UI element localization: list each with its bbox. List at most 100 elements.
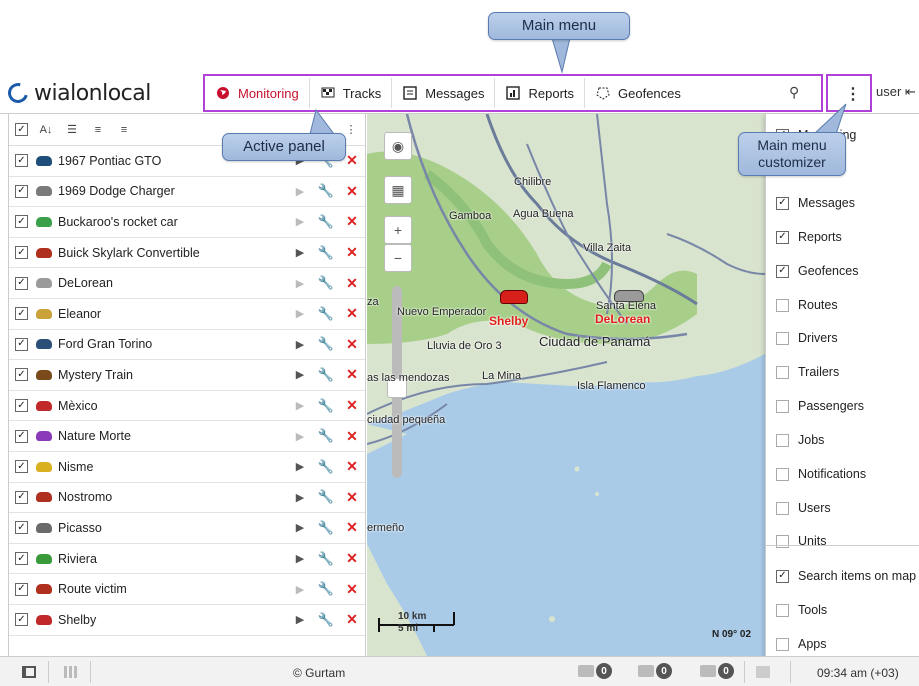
unit-checkbox[interactable]: ✓ bbox=[15, 460, 28, 474]
customizer-checkbox[interactable] bbox=[776, 603, 789, 617]
delete-icon[interactable]: ✕ bbox=[339, 458, 365, 475]
play-icon[interactable]: ▶ bbox=[287, 246, 313, 259]
unit-name[interactable]: 1969 Dodge Charger bbox=[58, 184, 287, 198]
unit-checkbox[interactable]: ✓ bbox=[15, 337, 28, 351]
wrench-icon[interactable]: 🔧 bbox=[313, 245, 339, 261]
unit-name[interactable]: Buckaroo's rocket car bbox=[58, 215, 287, 229]
unit-row[interactable]: ✓ Mystery Train ▶ 🔧 ✕ bbox=[9, 360, 365, 391]
wrench-icon[interactable]: 🔧 bbox=[313, 183, 339, 199]
wrench-icon[interactable]: 🔧 bbox=[313, 581, 339, 597]
list-view-icon[interactable]: ☰ bbox=[64, 123, 80, 136]
customizer-item[interactable]: Jobs bbox=[776, 433, 824, 447]
unit-name[interactable]: Nostromo bbox=[58, 490, 287, 504]
search-icon[interactable]: ⚲ bbox=[789, 84, 799, 101]
layers-visibility-button[interactable]: ◉ bbox=[384, 132, 412, 160]
layout-icon[interactable] bbox=[756, 666, 770, 678]
unit-row[interactable]: ✓ Nisme ▶ 🔧 ✕ bbox=[9, 452, 365, 483]
wrench-icon[interactable]: 🔧 bbox=[313, 336, 339, 352]
play-icon[interactable]: ▶ bbox=[287, 399, 313, 412]
menu-monitoring[interactable]: Monitoring bbox=[205, 78, 310, 108]
unit-row[interactable]: ✓ Ford Gran Torino ▶ 🔧 ✕ bbox=[9, 330, 365, 361]
wrench-icon[interactable]: 🔧 bbox=[313, 520, 339, 536]
play-icon[interactable]: ▶ bbox=[287, 583, 313, 596]
customizer-checkbox[interactable]: ✓ bbox=[776, 569, 789, 583]
unit-name[interactable]: Shelby bbox=[58, 613, 287, 627]
delete-icon[interactable]: ✕ bbox=[339, 275, 365, 292]
wrench-icon[interactable]: 🔧 bbox=[313, 367, 339, 383]
unit-row[interactable]: ✓ Nostromo ▶ 🔧 ✕ bbox=[9, 483, 365, 514]
delete-icon[interactable]: ✕ bbox=[339, 550, 365, 567]
customizer-checkbox[interactable] bbox=[776, 298, 789, 312]
unit-checkbox[interactable]: ✓ bbox=[15, 246, 28, 260]
wrench-icon[interactable]: 🔧 bbox=[313, 306, 339, 322]
user-menu[interactable]: user ⇤ bbox=[876, 84, 916, 100]
wrench-icon[interactable]: 🔧 bbox=[313, 489, 339, 505]
unit-checkbox[interactable]: ✓ bbox=[15, 276, 28, 290]
play-icon[interactable]: ▶ bbox=[287, 338, 313, 351]
delete-icon[interactable]: ✕ bbox=[339, 519, 365, 536]
customizer-checkbox[interactable] bbox=[776, 399, 789, 413]
customizer-checkbox[interactable] bbox=[776, 433, 789, 447]
unit-row[interactable]: ✓ Picasso ▶ 🔧 ✕ bbox=[9, 513, 365, 544]
delete-icon[interactable]: ✕ bbox=[339, 366, 365, 383]
customizer-item[interactable]: ✓ Reports bbox=[776, 230, 842, 244]
customizer-item[interactable]: Users bbox=[776, 501, 831, 515]
play-icon[interactable]: ▶ bbox=[287, 430, 313, 443]
play-icon[interactable]: ▶ bbox=[287, 521, 313, 534]
delete-icon[interactable]: ✕ bbox=[339, 428, 365, 445]
unit-row[interactable]: ✓ Shelby ▶ 🔧 ✕ bbox=[9, 605, 365, 636]
customizer-checkbox[interactable] bbox=[776, 331, 789, 345]
customizer-item[interactable]: ✓ Messages bbox=[776, 196, 855, 210]
unit-map-label[interactable]: DeLorean bbox=[595, 312, 650, 326]
play-icon[interactable]: ▶ bbox=[287, 552, 313, 565]
customizer-checkbox[interactable]: ✓ bbox=[776, 196, 789, 210]
unit-row[interactable]: ✓ DeLorean ▶ 🔧 ✕ bbox=[9, 268, 365, 299]
unit-checkbox[interactable]: ✓ bbox=[15, 154, 28, 168]
messages-counter[interactable]: 0 bbox=[638, 663, 672, 679]
unit-row[interactable]: ✓ Riviera ▶ 🔧 ✕ bbox=[9, 544, 365, 575]
logout-icon[interactable]: ⇤ bbox=[905, 84, 916, 99]
zoom-in-button[interactable]: + bbox=[384, 216, 412, 244]
customizer-item[interactable]: Passengers bbox=[776, 399, 864, 413]
customizer-item[interactable]: Tools bbox=[776, 603, 827, 617]
select-all-checkbox[interactable]: ✓ bbox=[15, 123, 28, 136]
wrench-icon[interactable]: 🔧 bbox=[313, 398, 339, 414]
delete-icon[interactable]: ✕ bbox=[339, 397, 365, 414]
customizer-checkbox[interactable] bbox=[776, 637, 789, 651]
delorean-car-marker-icon[interactable] bbox=[614, 290, 644, 302]
panel-toggle-icon[interactable] bbox=[22, 666, 36, 678]
unit-name[interactable]: Buick Skylark Convertible bbox=[58, 246, 287, 260]
customizer-item[interactable]: ✓ Search items on map bbox=[776, 569, 916, 583]
unit-name[interactable]: Mèxico bbox=[58, 399, 287, 413]
customizer-checkbox[interactable]: ✓ bbox=[776, 230, 789, 244]
unit-row[interactable]: ✓ Buick Skylark Convertible ▶ 🔧 ✕ bbox=[9, 238, 365, 269]
map-source-button[interactable]: ▦ bbox=[384, 176, 412, 204]
play-icon[interactable]: ▶ bbox=[287, 368, 313, 381]
unit-name[interactable]: DeLorean bbox=[58, 276, 287, 290]
unit-checkbox[interactable]: ✓ bbox=[15, 552, 28, 566]
unit-row[interactable]: ✓ Route victim ▶ 🔧 ✕ bbox=[9, 574, 365, 605]
delete-icon[interactable]: ✕ bbox=[339, 244, 365, 261]
wrench-icon[interactable]: 🔧 bbox=[313, 459, 339, 475]
zoom-out-button[interactable]: − bbox=[384, 244, 412, 272]
unit-checkbox[interactable]: ✓ bbox=[15, 613, 28, 627]
play-icon[interactable]: ▶ bbox=[287, 460, 313, 473]
unit-name[interactable]: Route victim bbox=[58, 582, 287, 596]
delete-icon[interactable]: ✕ bbox=[339, 305, 365, 322]
unit-row[interactable]: ✓ Mèxico ▶ 🔧 ✕ bbox=[9, 391, 365, 422]
customizer-item[interactable]: Apps bbox=[776, 637, 827, 651]
customizer-item[interactable]: Notifications bbox=[776, 467, 866, 481]
play-icon[interactable]: ▶ bbox=[287, 613, 313, 626]
notifications-counter[interactable]: 0 bbox=[578, 663, 612, 679]
delete-icon[interactable]: ✕ bbox=[339, 213, 365, 230]
grid-icon[interactable] bbox=[64, 666, 78, 678]
unit-name[interactable]: Mystery Train bbox=[58, 368, 287, 382]
menu-messages[interactable]: Messages bbox=[392, 78, 496, 108]
delete-icon[interactable]: ✕ bbox=[339, 183, 365, 200]
wrench-icon[interactable]: 🔧 bbox=[313, 214, 339, 230]
customizer-checkbox[interactable] bbox=[776, 365, 789, 379]
wrench-icon[interactable]: 🔧 bbox=[313, 275, 339, 291]
unit-name[interactable]: Eleanor bbox=[58, 307, 287, 321]
unit-name[interactable]: Riviera bbox=[58, 552, 287, 566]
menu-geofences[interactable]: Geofences bbox=[585, 78, 691, 108]
